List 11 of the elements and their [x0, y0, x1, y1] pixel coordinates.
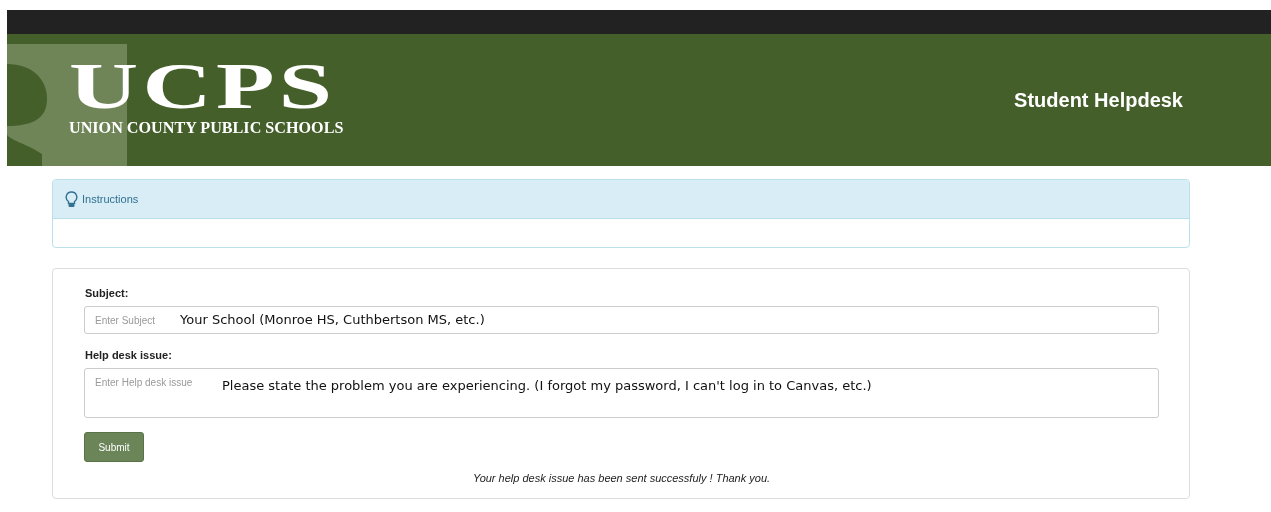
logo-subtitle: UNION COUNTY PUBLIC SCHOOLS: [69, 118, 344, 138]
page-title: Student Helpdesk: [1014, 88, 1183, 112]
submit-button[interactable]: Submit: [84, 432, 144, 462]
logo-title: UCPS: [69, 58, 337, 114]
field-label: Subject:: [85, 287, 130, 299]
confirmation-message: Your help desk issue has been sent successfuly ! Thank you.: [471, 472, 772, 484]
lightbulb-icon: [65, 190, 78, 208]
field-label: Help desk issue:: [85, 349, 173, 361]
annotation-text: Please state the problem you are experiencing. (I forgot my password, I can't log in to Canvas, etc.): [222, 378, 872, 393]
annotation-text: Your School (Monroe HS, Cuthbertson MS, etc.): [180, 312, 485, 327]
panel-title: Instructions: [82, 193, 139, 205]
